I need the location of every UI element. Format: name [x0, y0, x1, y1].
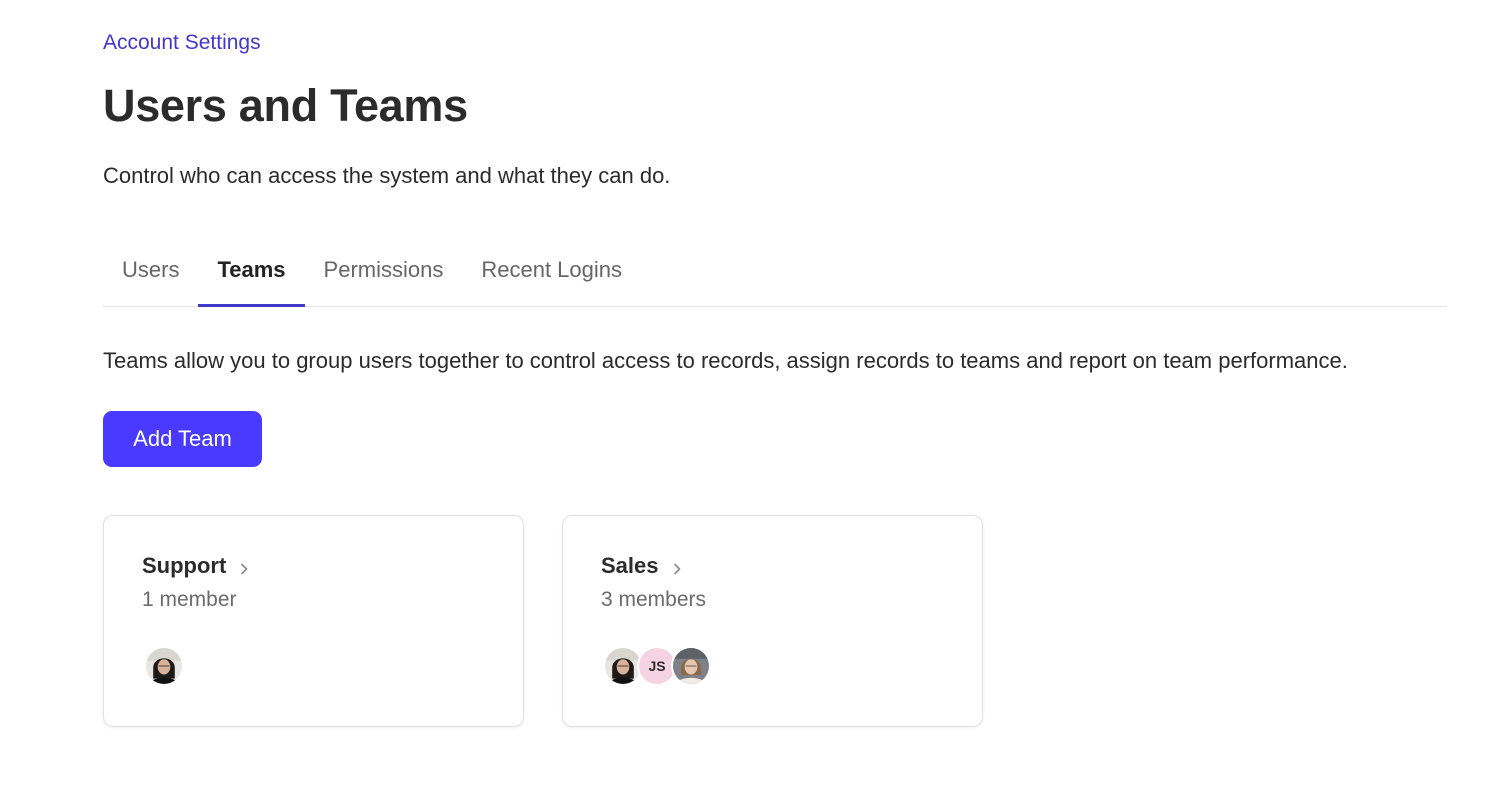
team-name-row: Sales: [601, 553, 683, 579]
teams-description: Teams allow you to group users together …: [103, 348, 1348, 373]
tab-teams[interactable]: Teams: [198, 245, 305, 307]
team-member-count: 1 member: [142, 588, 237, 611]
users-and-teams-page: Account Settings Users and Teams Control…: [0, 0, 1488, 808]
tab-recent-logins[interactable]: Recent Logins: [462, 245, 641, 306]
team-member-count: 3 members: [601, 588, 707, 611]
user-photo-dark-hair-icon: [144, 646, 184, 686]
avatar-group: [144, 646, 184, 686]
team-name: Support: [142, 553, 227, 578]
chevron-right-icon: [238, 562, 250, 574]
breadcrumb-account-settings[interactable]: Account Settings: [103, 31, 261, 55]
team-card-sales[interactable]: Sales 3 members JS: [562, 515, 983, 727]
team-name: Sales: [601, 553, 659, 578]
chevron-right-icon: [671, 562, 683, 574]
add-team-button[interactable]: Add Team: [103, 411, 262, 467]
avatar-group: JS: [603, 646, 711, 686]
tab-permissions[interactable]: Permissions: [305, 245, 463, 306]
page-title: Users and Teams: [103, 80, 468, 131]
tab-bar: Users Teams Permissions Recent Logins: [103, 245, 1447, 307]
team-card-support[interactable]: Support 1 member: [103, 515, 524, 727]
page-subtitle: Control who can access the system and wh…: [103, 163, 671, 188]
user-photo-light-hair-icon: [671, 646, 711, 686]
tab-users[interactable]: Users: [103, 245, 198, 306]
team-name-row: Support: [142, 553, 250, 579]
